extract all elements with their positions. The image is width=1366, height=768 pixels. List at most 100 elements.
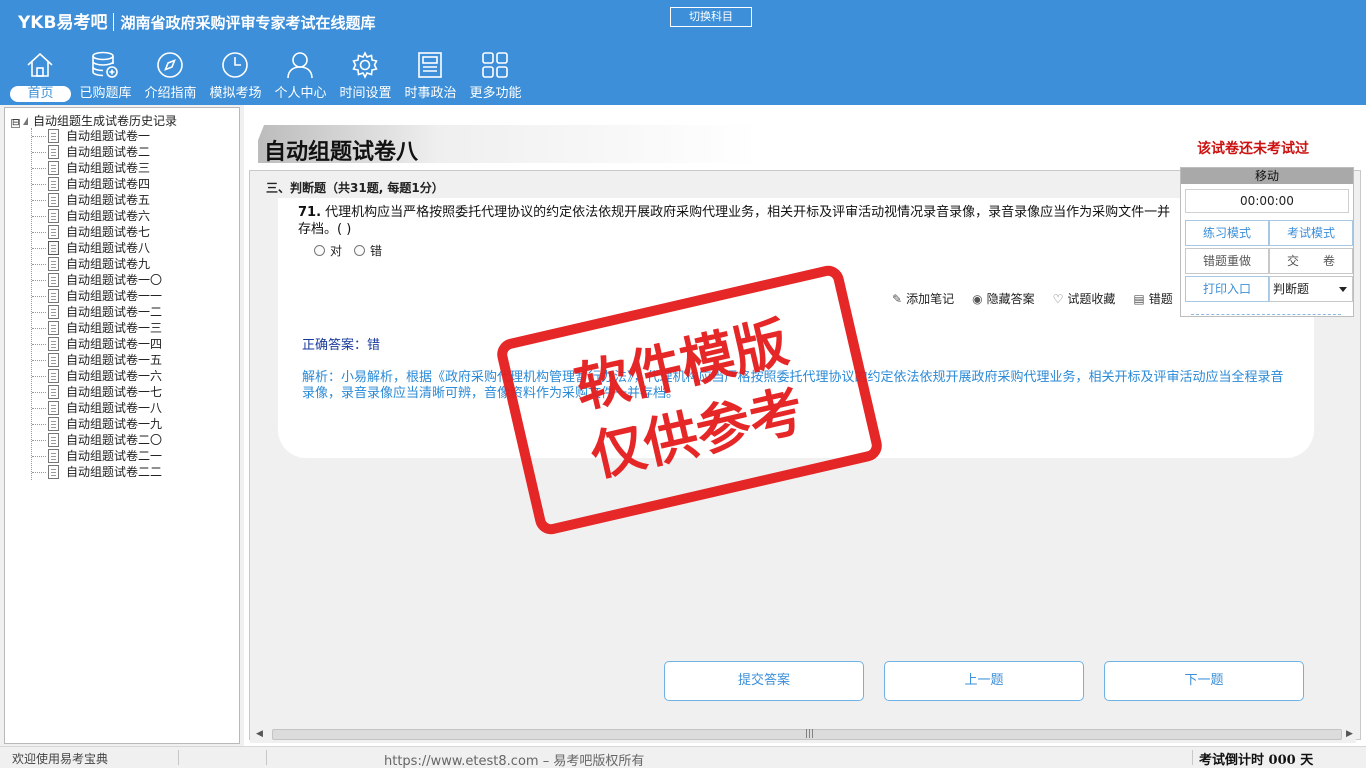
document-icon	[48, 321, 59, 335]
question-stem: 代理机构应当严格按照委托代理协议的约定依法依规开展政府采购代理业务，相关开标及评…	[298, 205, 1171, 237]
tree-item[interactable]: 自动组题试卷一五	[32, 352, 162, 368]
question-tools: ✎ 添加笔记 ◉ 隐藏答案 ♡ 试题收藏 ▤ 错题	[892, 290, 1173, 307]
brand-divider	[113, 13, 115, 31]
scroll-right-icon[interactable]: ▶	[1346, 729, 1353, 739]
select-value: 判断题	[1273, 282, 1310, 296]
tree-item-label: 自动组题试卷二	[66, 145, 151, 159]
favorite-button[interactable]: ♡ 试题收藏	[1053, 290, 1116, 307]
tree-connector	[32, 328, 46, 329]
scrollbar-thumb[interactable]: |||	[272, 729, 1342, 740]
tree-item[interactable]: 自动组题试卷一〇	[32, 272, 162, 288]
tree-connector	[32, 296, 46, 297]
tree-item[interactable]: 自动组题试卷八	[32, 240, 162, 256]
document-icon	[48, 305, 59, 319]
move-handle[interactable]: 移动	[1181, 168, 1353, 184]
tree-item-label: 自动组题试卷一四	[66, 337, 163, 351]
tree-item[interactable]: 自动组题试卷六	[32, 208, 162, 224]
tree-item-label: 自动组题试卷一五	[66, 353, 163, 367]
tree-item-label: 自动组题试卷一二	[66, 305, 163, 319]
nav-item-more[interactable]: 更多功能	[463, 50, 528, 104]
hide-answer-button[interactable]: ◉ 隐藏答案	[972, 290, 1035, 307]
scroll-left-icon[interactable]: ◀	[256, 729, 263, 739]
submit-answer-button[interactable]: 提交答案	[664, 661, 864, 701]
tree-item[interactable]: 自动组题试卷四	[32, 176, 162, 192]
add-note-button[interactable]: ✎ 添加笔记	[892, 290, 954, 307]
tree-connector	[32, 136, 46, 137]
tree-item[interactable]: 自动组题试卷一二	[32, 304, 162, 320]
nav-label: 首页	[10, 86, 71, 102]
eye-icon: ◉	[972, 291, 983, 306]
document-icon	[48, 369, 59, 383]
nav-label: 更多功能	[469, 86, 522, 101]
exam-status-label: 该试卷还未考试过	[1197, 141, 1309, 157]
tree-item[interactable]: 自动组题试卷一四	[32, 336, 162, 352]
tree-item[interactable]: 自动组题试卷一三	[32, 320, 162, 336]
switch-subject-button[interactable]: 切换科目	[670, 7, 752, 27]
practice-mode-button[interactable]: 练习模式	[1185, 220, 1269, 246]
horizontal-scrollbar[interactable]: ◀ ||| ▶	[250, 727, 1356, 743]
tree-connector	[32, 440, 46, 441]
tree-item[interactable]: 自动组题试卷七	[32, 224, 162, 240]
answer-options: 对 错	[314, 242, 382, 259]
paper-title: 自动组题试卷八	[264, 139, 419, 165]
radio-icon[interactable]	[314, 245, 325, 256]
status-divider	[178, 750, 179, 765]
tree-root[interactable]: ⊟ 自动组题生成试卷历史记录	[11, 112, 177, 128]
prev-question-button[interactable]: 上一题	[884, 661, 1084, 701]
redo-wrong-button[interactable]: 错题重做	[1185, 248, 1269, 274]
tree-connector	[32, 280, 46, 281]
tree-item[interactable]: 自动组题试卷一	[32, 128, 162, 144]
document-icon	[48, 465, 59, 479]
option-true[interactable]: 对	[314, 242, 342, 259]
wrong-book-button[interactable]: ▤ 错题	[1133, 290, 1172, 307]
hand-in-button[interactable]: 交 卷	[1269, 248, 1353, 274]
tree-item[interactable]: 自动组题试卷二一	[32, 448, 162, 464]
tree-item[interactable]: 自动组题试卷一一	[32, 288, 162, 304]
tree-item[interactable]: 自动组题试卷一九	[32, 416, 162, 432]
section-heading: 三、判断题（共31题, 每题1分）	[266, 181, 444, 195]
panel-divider	[1191, 314, 1341, 315]
option-false[interactable]: 错	[354, 242, 382, 259]
nav-label: 模拟考场	[209, 86, 262, 101]
collapse-toggle-icon[interactable]: ⊟	[11, 119, 20, 128]
nav-item-purchased[interactable]: 已购题库	[73, 50, 138, 104]
nav-item-home[interactable]: 首页	[8, 50, 73, 104]
tree-item[interactable]: 自动组题试卷二〇	[32, 432, 162, 448]
tree-item[interactable]: 自动组题试卷三	[32, 160, 162, 176]
nav-item-guide[interactable]: 介绍指南	[138, 50, 203, 104]
question-text: 71. 代理机构应当严格按照委托代理协议的约定依法依规开展政府采购代理业务，相关…	[298, 204, 1178, 238]
tree-list: 自动组题试卷一 自动组题试卷二 自动组题试卷三 自动组题试卷四 自动组题试卷五 自动组题试…	[31, 128, 162, 480]
tree-item[interactable]: 自动组题试卷二	[32, 144, 162, 160]
tree-item-label: 自动组题试卷八	[66, 241, 151, 255]
next-question-button[interactable]: 下一题	[1104, 661, 1304, 701]
tree-item-label: 自动组题试卷一一	[66, 289, 163, 303]
nav-label: 时间设置	[339, 86, 392, 101]
folder-triangle-icon	[23, 117, 28, 125]
exam-mode-button[interactable]: 考试模式	[1269, 220, 1353, 246]
tree-item-label: 自动组题试卷一九	[66, 417, 163, 431]
tree-item[interactable]: 自动组题试卷一八	[32, 400, 162, 416]
tree-item-label: 自动组题试卷九	[66, 257, 151, 271]
tree-item[interactable]: 自动组题试卷一六	[32, 368, 162, 384]
app-brand: YKB易考吧 湖南省政府采购评审专家考试在线题库	[18, 8, 375, 33]
nav-item-mock-exam[interactable]: 模拟考场	[203, 50, 268, 104]
tree-item[interactable]: 自动组题试卷九	[32, 256, 162, 272]
tree-item-label: 自动组题试卷四	[66, 177, 151, 191]
nav-item-profile[interactable]: 个人中心	[268, 50, 333, 104]
nav-item-time-settings[interactable]: 时间设置	[333, 50, 398, 104]
nav-item-current-affairs[interactable]: 时事政治	[398, 50, 463, 104]
tree-item[interactable]: 自动组题试卷五	[32, 192, 162, 208]
tree-connector	[32, 232, 46, 233]
print-button[interactable]: 打印入口	[1185, 276, 1269, 302]
news-icon	[418, 52, 442, 78]
tree-item-label: 自动组题试卷一七	[66, 385, 163, 399]
radio-icon[interactable]	[354, 245, 366, 256]
tree-item[interactable]: 自动组题试卷一七	[32, 384, 162, 400]
tree-item-label: 自动组题试卷六	[66, 209, 151, 223]
question-type-select[interactable]: 判断题	[1269, 276, 1353, 302]
tree-item-label: 自动组题试卷一八	[66, 401, 163, 415]
tree-item[interactable]: 自动组题试卷二二	[32, 464, 162, 480]
document-icon	[48, 225, 59, 239]
document-icon	[48, 337, 59, 351]
document-icon	[48, 449, 59, 463]
